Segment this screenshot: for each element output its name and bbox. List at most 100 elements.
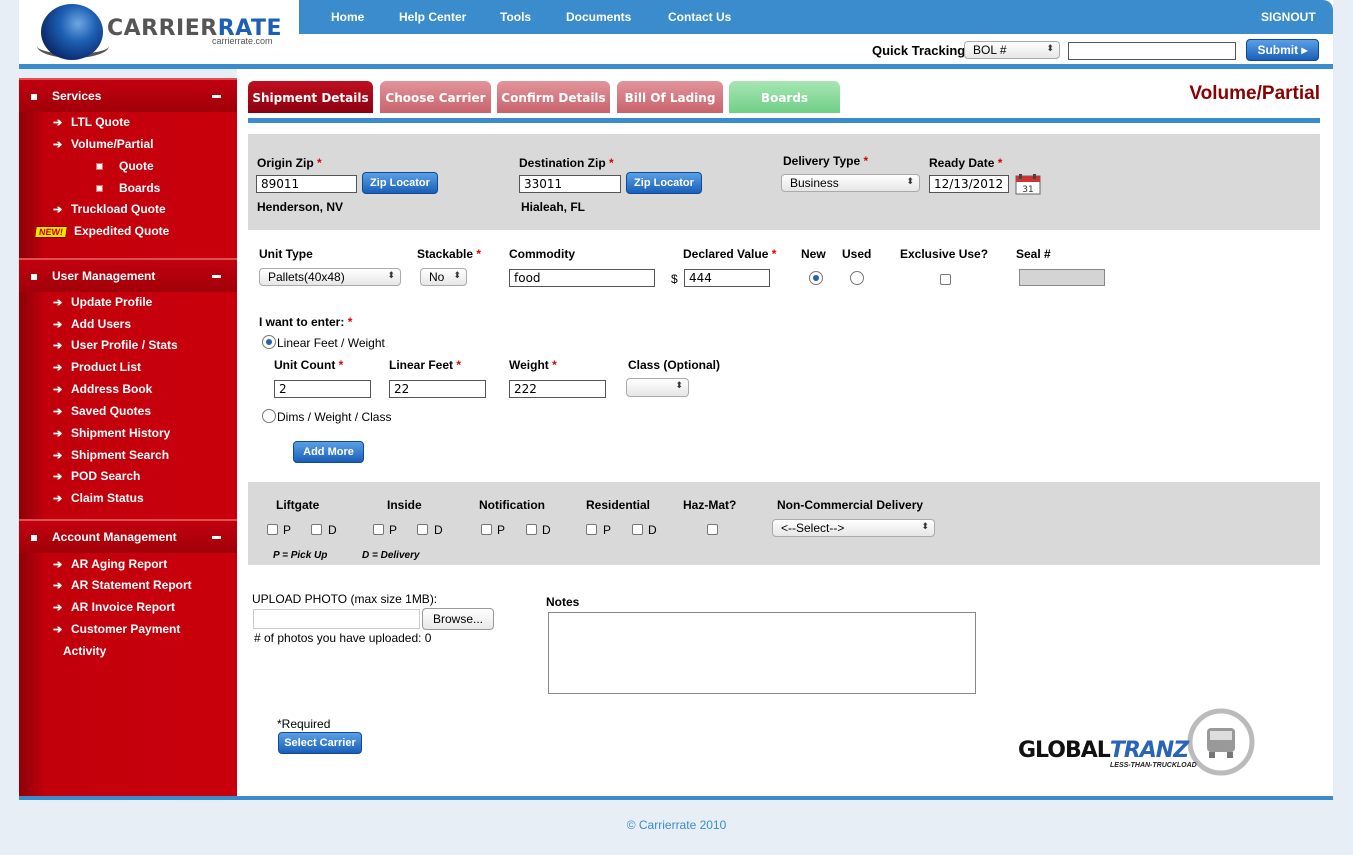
inside-delivery-checkbox[interactable] — [417, 524, 428, 535]
browse-button[interactable]: Browse... — [422, 608, 494, 630]
tracking-type-select[interactable]: BOL # ⬍ — [964, 41, 1060, 59]
sidebar-item-expedited-quote[interactable]: Expedited Quote — [74, 224, 169, 238]
notification-label: Notification — [479, 498, 545, 512]
origin-city: Henderson, NV — [257, 200, 344, 214]
sidebar-item-claim-status[interactable]: ➔ Claim Status — [53, 491, 144, 505]
sidebar-item-ltl-quote[interactable]: ➔ LTL Quote — [53, 115, 130, 129]
declared-value-label: Declared Value * — [683, 247, 777, 261]
class-select[interactable]: ⬍ — [626, 378, 689, 397]
destination-zip-input[interactable]: 33011 — [519, 175, 621, 193]
stackable-label: Stackable * — [417, 247, 482, 261]
declared-value-input[interactable]: 444 — [684, 269, 770, 287]
bullet-icon — [96, 185, 103, 193]
seal-input — [1019, 269, 1105, 286]
sidebar-item-add-users[interactable]: ➔ Add Users — [53, 317, 131, 331]
sidebar-item-product-list[interactable]: ➔ Product List — [53, 360, 141, 374]
nav-contact-us[interactable]: Contact Us — [668, 10, 731, 24]
header: CARRIERRATE carrierrate.com Home Help Ce… — [19, 0, 1333, 64]
linear-feet-weight-radio[interactable] — [262, 335, 276, 349]
new-radio[interactable] — [809, 271, 823, 285]
bullet-icon — [96, 163, 103, 171]
tracking-number-input[interactable] — [1068, 42, 1236, 60]
user-management-section-header[interactable]: User Management — [19, 258, 237, 292]
tab-confirm-details[interactable]: Confirm Details — [497, 81, 610, 113]
residential-pickup-checkbox[interactable] — [586, 524, 597, 535]
hazmat-checkbox[interactable] — [707, 524, 718, 535]
d-label: D — [434, 523, 443, 537]
origin-destination-section: Origin Zip * 89011 Zip Locator Henderson… — [248, 134, 1320, 230]
select-carrier-button[interactable]: Select Carrier — [278, 732, 362, 754]
linear-feet-input[interactable]: 22 — [389, 380, 486, 398]
weight-input[interactable]: 222 — [509, 380, 606, 398]
destination-zip-locator-button[interactable]: Zip Locator — [626, 172, 702, 194]
origin-zip-locator-button[interactable]: Zip Locator — [362, 172, 438, 194]
sidebar-subitem-quote[interactable]: Quote — [96, 159, 154, 173]
tab-bill-of-lading[interactable]: Bill Of Lading — [617, 81, 723, 113]
notification-pickup-checkbox[interactable] — [481, 524, 492, 535]
sidebar-item-truckload-quote[interactable]: ➔ Truckload Quote — [53, 202, 166, 216]
tracking-submit-button[interactable]: Submit ▸ — [1246, 39, 1319, 61]
notification-delivery-checkbox[interactable] — [526, 524, 537, 535]
nav-documents[interactable]: Documents — [566, 10, 631, 24]
sidebar-item-volume-partial[interactable]: ➔ Volume/Partial — [53, 137, 153, 151]
linear-feet-label: Linear Feet * — [389, 358, 462, 372]
tab-shipment-details[interactable]: Shipment Details — [248, 81, 373, 113]
sidebar-item-shipment-search[interactable]: ➔ Shipment Search — [53, 448, 169, 462]
d-label: D — [542, 523, 551, 537]
notes-textarea[interactable] — [548, 612, 976, 694]
inside-pickup-checkbox[interactable] — [373, 524, 384, 535]
unit-type-select[interactable]: Pallets(40x48) ⬍ — [259, 268, 401, 286]
add-more-button[interactable]: Add More — [293, 441, 364, 463]
services-section-header[interactable]: Services — [19, 78, 237, 112]
sidebar-item-customer-payment-wrap[interactable]: Activity — [63, 644, 106, 658]
nav-home[interactable]: Home — [331, 10, 364, 24]
logo[interactable]: CARRIERRATE carrierrate.com — [19, 0, 299, 64]
globaltranz-wordmark: GLOBALTRANZ — [1018, 738, 1189, 763]
collapse-icon[interactable] — [212, 95, 221, 98]
nav-tools[interactable]: Tools — [500, 10, 531, 24]
sidebar-item-ar-statement-report[interactable]: ➔ AR Statement Report — [53, 578, 192, 592]
delivery-type-select[interactable]: Business ⬍ — [781, 174, 920, 192]
stackable-select[interactable]: No ⬍ — [420, 268, 467, 286]
arrow-right-icon: ➔ — [53, 297, 63, 309]
sidebar-item-address-book[interactable]: ➔ Address Book — [53, 382, 152, 396]
sidebar-item-customer-payment[interactable]: ➔ Customer Payment — [53, 622, 180, 636]
footer-divider — [19, 796, 1333, 800]
unit-count-input[interactable]: 2 — [274, 380, 371, 398]
sidebar-item-saved-quotes[interactable]: ➔ Saved Quotes — [53, 404, 151, 418]
account-management-section-header[interactable]: Account Management — [19, 519, 237, 553]
top-nav: Home Help Center Tools Documents Contact… — [299, 0, 1333, 34]
sidebar-item-user-profile-stats[interactable]: ➔ User Profile / Stats — [53, 338, 178, 352]
inside-label: Inside — [387, 498, 422, 512]
collapse-icon[interactable] — [212, 536, 221, 539]
dims-weight-class-radio[interactable] — [262, 409, 276, 423]
liftgate-pickup-checkbox[interactable] — [267, 524, 278, 535]
sidebar-item-ar-invoice-report[interactable]: ➔ AR Invoice Report — [53, 600, 175, 614]
upload-file-input[interactable] — [253, 609, 420, 629]
non-commercial-delivery-select[interactable]: <--Select--> ⬍ — [772, 519, 935, 537]
upload-photo-label: UPLOAD PHOTO (max size 1MB): — [252, 592, 438, 606]
sidebar-item-ar-aging-report[interactable]: ➔ AR Aging Report — [53, 557, 167, 571]
used-radio[interactable] — [850, 271, 864, 285]
exclusive-use-label: Exclusive Use? — [900, 247, 989, 261]
sidebar-item-shipment-history[interactable]: ➔ Shipment History — [53, 426, 170, 440]
origin-zip-input[interactable]: 89011 — [256, 175, 357, 193]
tab-choose-carrier[interactable]: Choose Carrier — [380, 81, 491, 113]
new-label: New — [801, 247, 826, 261]
linear-feet-weight-label: Linear Feet / Weight — [277, 336, 385, 350]
tab-boards[interactable]: Boards — [729, 81, 840, 113]
commodity-input[interactable]: food — [509, 269, 655, 287]
sidebar-item-pod-search[interactable]: ➔ POD Search — [53, 469, 140, 483]
residential-delivery-checkbox[interactable] — [632, 524, 643, 535]
sidebar-subitem-boards[interactable]: Boards — [96, 181, 160, 195]
sidebar-item-update-profile[interactable]: ➔ Update Profile — [53, 295, 152, 309]
nav-help-center[interactable]: Help Center — [399, 10, 466, 24]
exclusive-use-checkbox[interactable] — [940, 274, 951, 285]
arrow-right-icon: ➔ — [53, 340, 63, 352]
collapse-icon[interactable] — [212, 275, 221, 278]
p-label: P — [603, 523, 612, 537]
calendar-icon[interactable]: 31 — [1015, 173, 1041, 195]
ready-date-input[interactable]: 12/13/2012 — [929, 175, 1009, 193]
signout-link[interactable]: SIGNOUT — [1261, 10, 1316, 24]
liftgate-delivery-checkbox[interactable] — [311, 524, 322, 535]
